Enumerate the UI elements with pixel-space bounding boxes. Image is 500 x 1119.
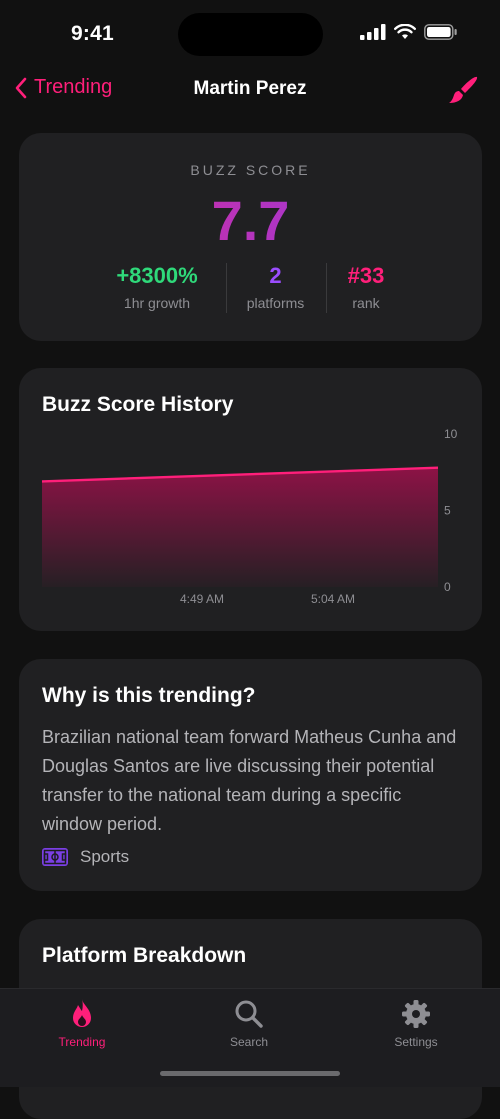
tab-trending-label: Trending <box>58 1035 106 1049</box>
stat-divider <box>226 263 227 313</box>
chart-area-fill <box>42 467 438 587</box>
battery-icon <box>424 24 457 40</box>
wifi-icon <box>394 24 416 39</box>
tab-settings-label: Settings <box>394 1035 438 1049</box>
y-tick-label: 10 <box>444 427 458 441</box>
status-icons <box>360 24 458 40</box>
stat-rank: #33 rank <box>329 263 403 311</box>
tab-search[interactable]: Search <box>189 997 309 1049</box>
why-description: Brazilian national team forward Matheus … <box>42 727 457 834</box>
tab-search-label: Search <box>229 1035 269 1049</box>
buzz-history-chart: 10 5 0 4:49 AM 5:04 AM <box>41 427 458 606</box>
stat-divider <box>326 263 327 313</box>
y-tick-label: 5 <box>444 504 451 518</box>
x-tick-label: 5:04 AM <box>311 592 355 606</box>
buzz-history-card: Buzz Score History 10 5 0 4:49 AM 5:04 AM <box>19 368 482 631</box>
stat-platforms-label: platforms <box>246 295 305 311</box>
gear-icon <box>402 1000 430 1028</box>
soccer-field-icon <box>42 848 68 866</box>
tab-trending[interactable]: Trending <box>22 997 142 1049</box>
page-title: Martin Perez <box>193 78 307 99</box>
stat-platforms-value: 2 <box>269 263 282 288</box>
dynamic-island <box>178 13 323 56</box>
flame-icon <box>73 999 91 1027</box>
y-tick-label: 0 <box>444 580 451 594</box>
x-tick-label: 4:49 AM <box>180 592 224 606</box>
why-trending-card: Why is this trending? Brazilian national… <box>19 659 482 891</box>
category-label: Sports <box>80 847 130 866</box>
signal-icon <box>360 24 386 40</box>
platform-title: Platform Breakdown <box>42 944 247 967</box>
stat-growth: +8300% 1hr growth <box>91 263 223 311</box>
search-icon <box>235 1000 263 1028</box>
paintbrush-icon <box>449 76 478 103</box>
buzz-score-value: 7.7 <box>19 189 482 253</box>
stat-rank-label: rank <box>352 295 380 311</box>
stat-platforms: 2 platforms <box>229 263 322 311</box>
status-time: 9:41 <box>71 22 114 45</box>
category-tag: Sports <box>42 847 129 867</box>
nav-bar: Trending Martin Perez <box>0 70 500 110</box>
stat-rank-value: #33 <box>347 263 385 288</box>
buzz-score-label: BUZZ SCORE <box>190 162 311 178</box>
buzz-score-card: BUZZ SCORE 7.7 +8300% 1hr growth 2 platf… <box>19 133 482 341</box>
stat-growth-value: +8300% <box>116 263 198 288</box>
why-title: Why is this trending? <box>42 684 256 707</box>
status-bar: 9:41 <box>0 0 500 70</box>
paintbrush-button[interactable] <box>446 74 480 111</box>
home-indicator <box>160 1071 340 1076</box>
stat-growth-label: 1hr growth <box>123 295 191 311</box>
buzz-stats: +8300% 1hr growth 2 platforms #33 rank <box>19 263 482 315</box>
tab-settings[interactable]: Settings <box>356 997 476 1049</box>
